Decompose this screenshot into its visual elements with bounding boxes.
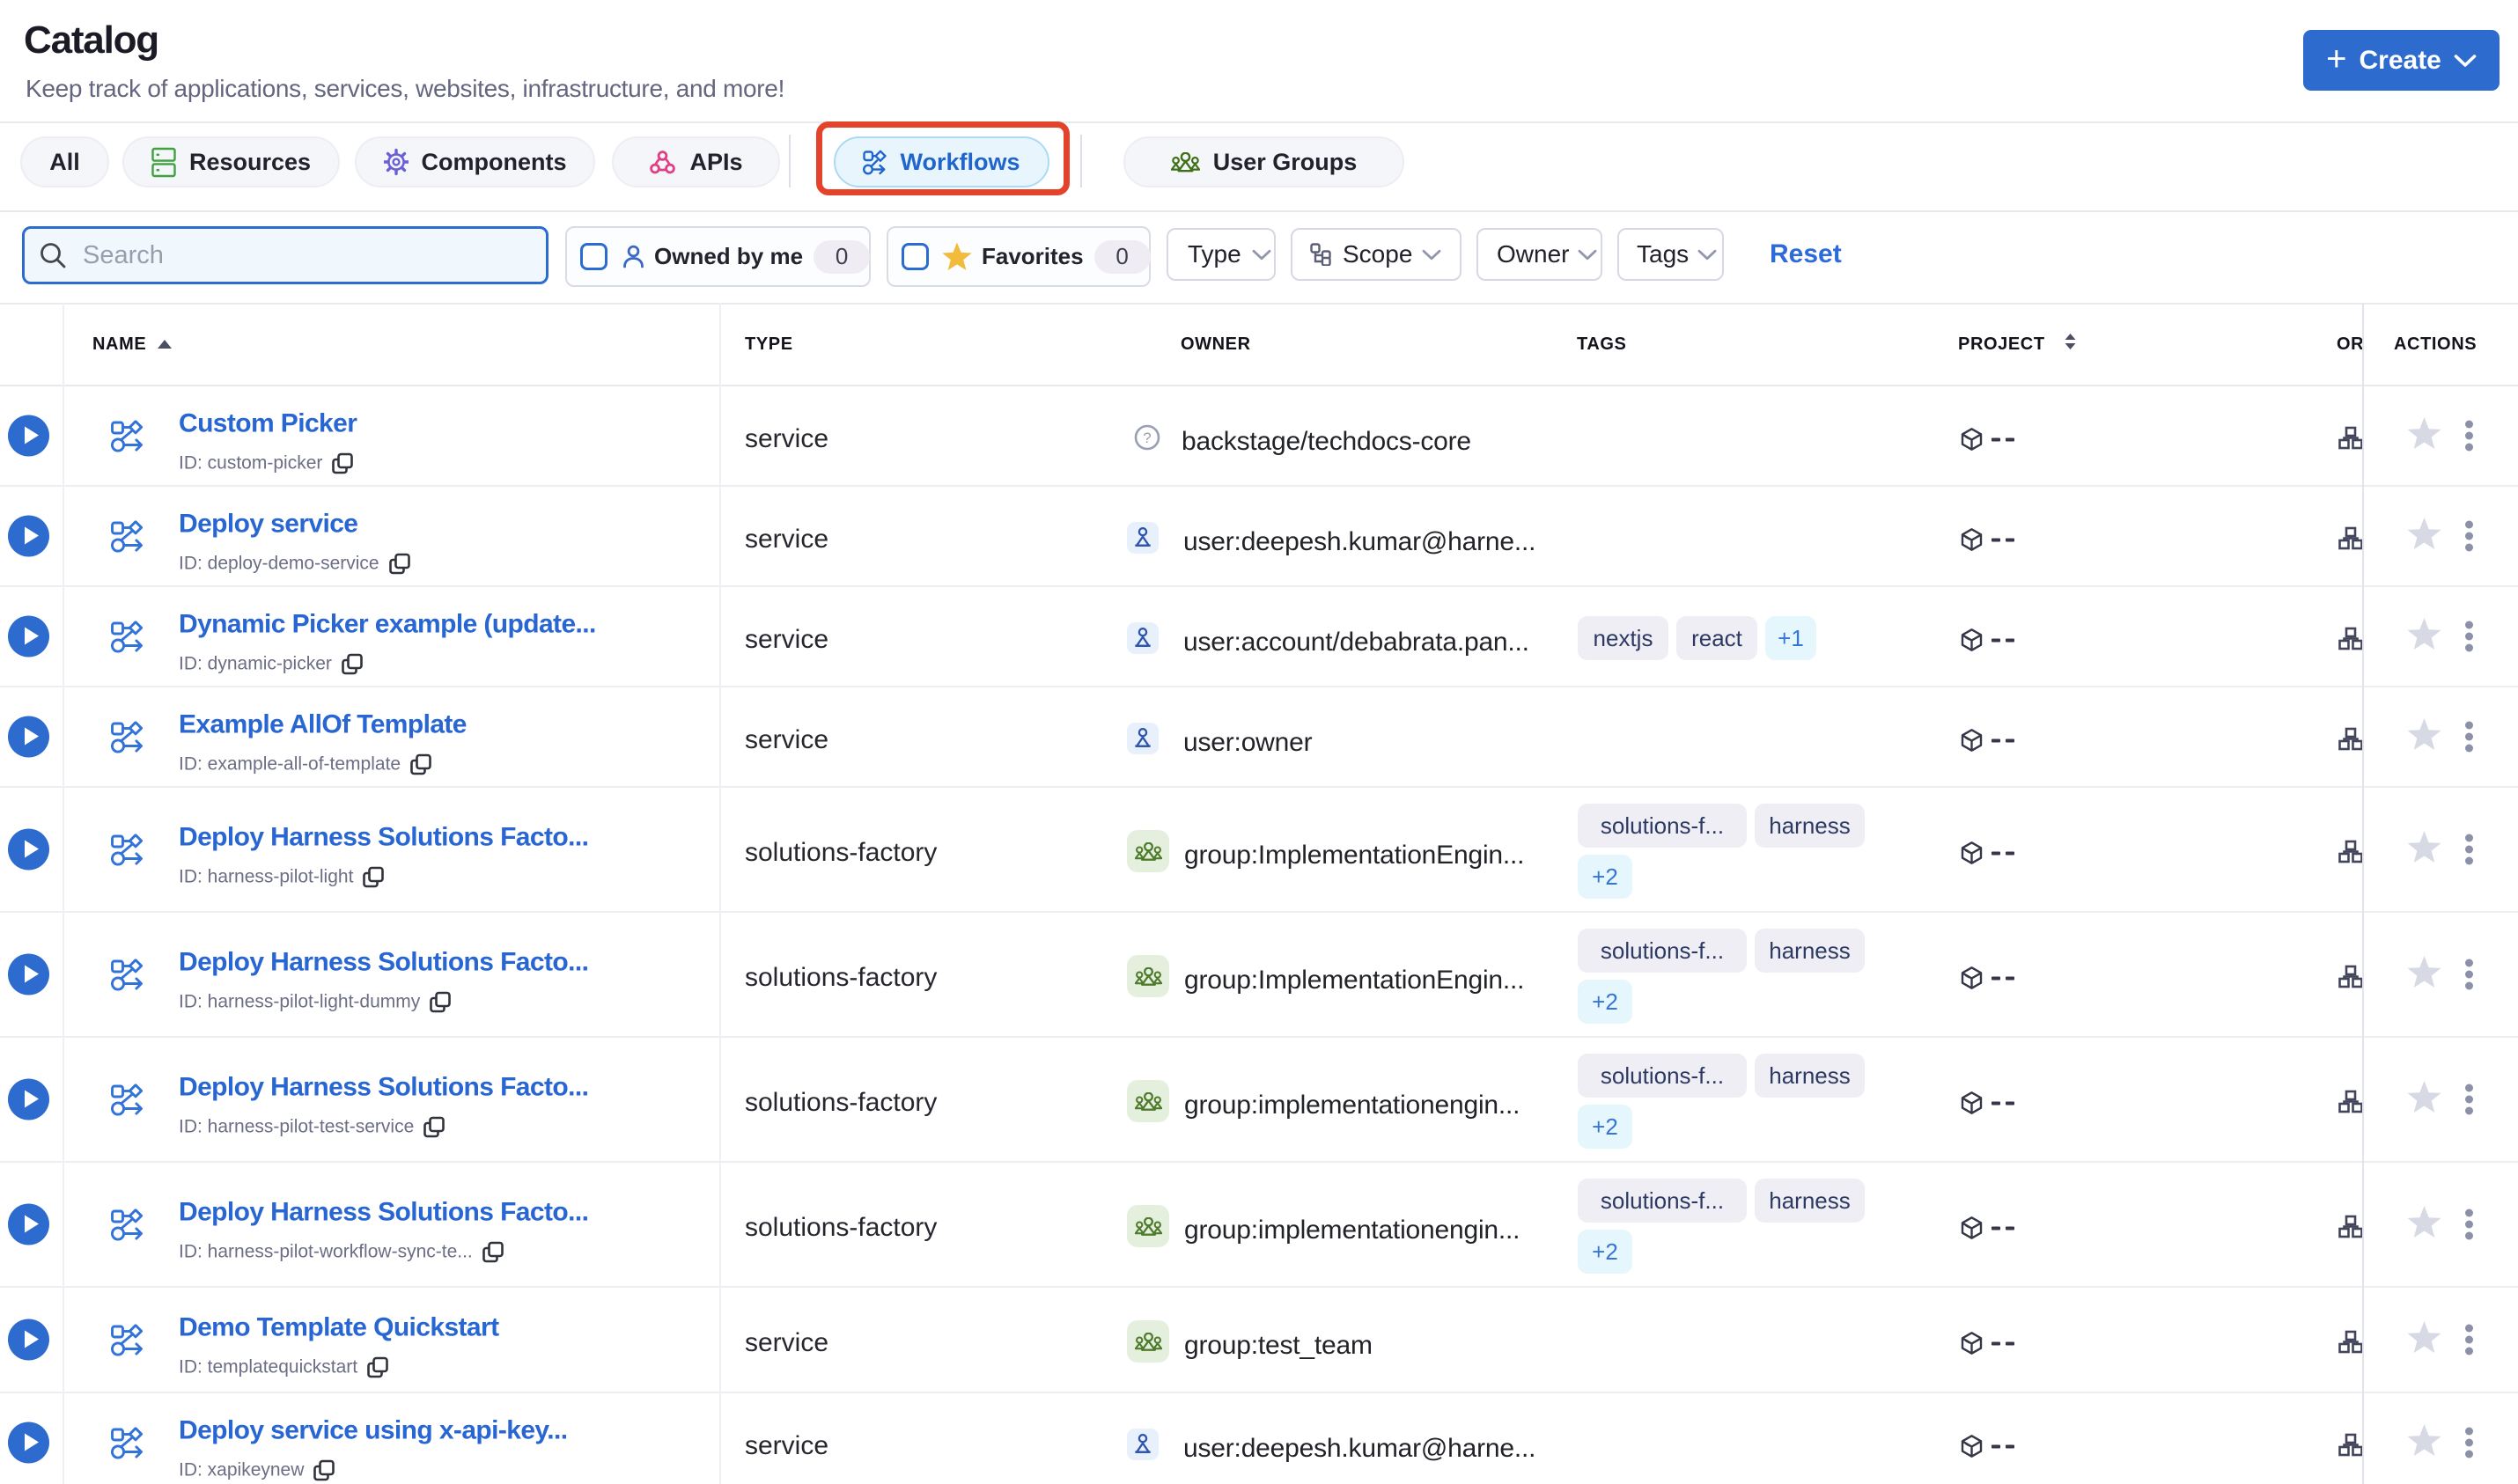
svg-text:?: ?: [1143, 430, 1151, 446]
